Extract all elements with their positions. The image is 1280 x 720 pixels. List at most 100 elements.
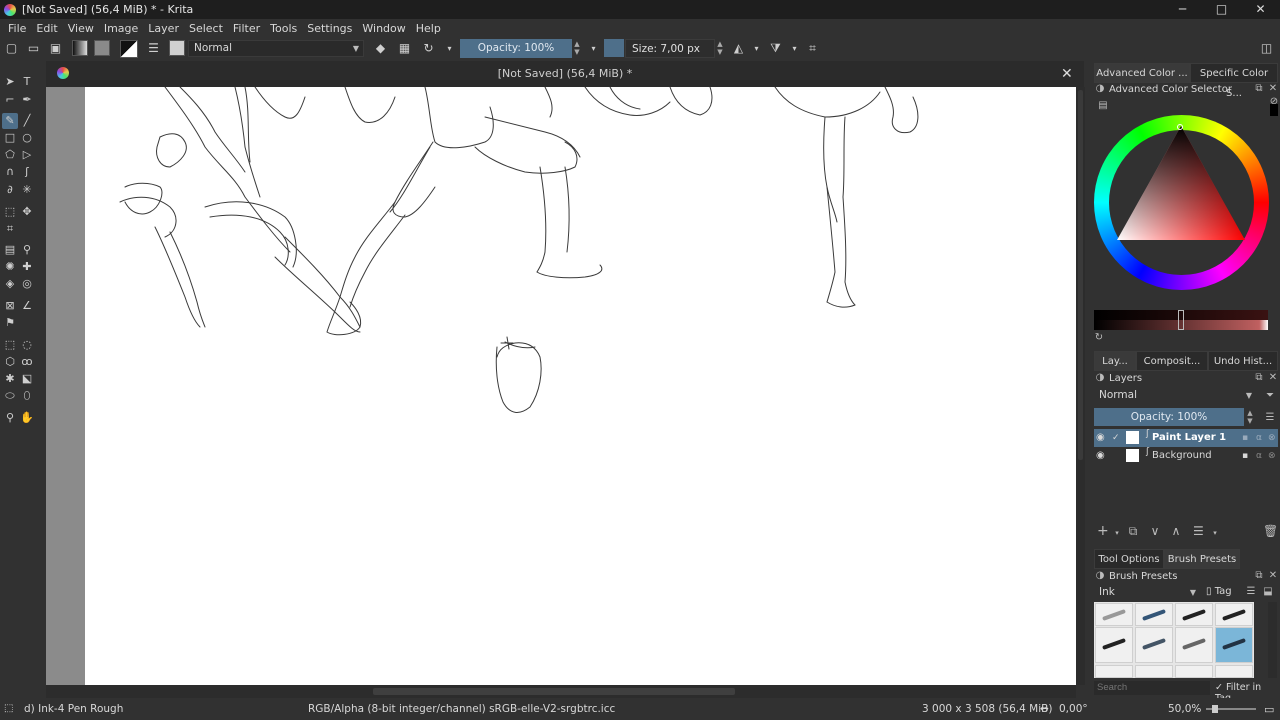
close-panel-icon[interactable]: ✕: [1268, 84, 1278, 94]
layer-row[interactable]: ◉ ✓ ʃ Paint Layer 1 ▪ α ⊗: [1094, 429, 1278, 447]
layer-menu-icon[interactable]: ☰: [1265, 413, 1275, 423]
menu-tools[interactable]: Tools: [265, 22, 302, 35]
panel-lock-icon[interactable]: ◑: [1095, 571, 1105, 581]
eye-icon[interactable]: ◉: [1096, 447, 1105, 465]
size-spin-icon[interactable]: ▲ ▼: [715, 40, 725, 57]
colorize-mask-icon[interactable]: ✺: [2, 259, 18, 275]
similar-select-icon[interactable]: ⬕: [19, 371, 35, 387]
close-window-button[interactable]: ✕: [1241, 0, 1280, 19]
rotation-icon[interactable]: ↔: [1040, 703, 1049, 715]
view-mode-icon[interactable]: ☰: [1246, 587, 1256, 597]
tab-advanced-color[interactable]: Advanced Color ...: [1094, 63, 1190, 83]
add-layer-icon[interactable]: +: [1097, 524, 1109, 538]
chevron-down-icon[interactable]: ▾: [749, 41, 764, 56]
brush-preset-tile[interactable]: [1135, 665, 1173, 678]
float-panel-icon[interactable]: ⧉: [1254, 84, 1264, 94]
alpha-lock-icon[interactable]: α: [1256, 447, 1262, 465]
chevron-down-icon[interactable]: ▾: [1210, 528, 1220, 538]
opacity-spin-icon[interactable]: ▲ ▼: [572, 40, 582, 57]
tab-tool-options[interactable]: Tool Options: [1094, 549, 1164, 569]
wrap-around-icon[interactable]: ⌗: [805, 41, 820, 56]
menu-view[interactable]: View: [63, 22, 99, 35]
reference-images-icon[interactable]: ⚑: [2, 315, 18, 331]
open-document-icon[interactable]: ▭: [26, 41, 41, 56]
brush-preset-tile-selected[interactable]: [1215, 627, 1253, 663]
pattern-selector[interactable]: [94, 40, 110, 56]
workspace-chooser-icon[interactable]: ◫: [1259, 41, 1274, 56]
menu-filter[interactable]: Filter: [228, 22, 265, 35]
menu-settings[interactable]: Settings: [302, 22, 357, 35]
tab-undo-history[interactable]: Undo Hist...: [1208, 351, 1278, 371]
layer-properties-icon[interactable]: ☰: [1193, 525, 1204, 537]
move-layer-up-icon[interactable]: ∧: [1171, 525, 1181, 537]
gradient-tool-icon[interactable]: ▤: [2, 242, 18, 258]
menu-layer[interactable]: Layer: [143, 22, 184, 35]
chevron-down-icon[interactable]: ▾: [1112, 528, 1122, 538]
delete-layer-icon[interactable]: 🗑: [1263, 525, 1278, 537]
filter-icon[interactable]: ⏷: [1265, 391, 1275, 401]
close-document-button[interactable]: ✕: [1061, 66, 1073, 82]
mirror-vertical-icon[interactable]: ⧩: [768, 41, 783, 56]
magnetic-select-icon[interactable]: ⬯: [19, 388, 35, 404]
opacity-slider[interactable]: Opacity: 100%: [460, 39, 572, 58]
status-zoom[interactable]: 50,0%: [1168, 703, 1201, 715]
brush-preset-tile[interactable]: [1215, 665, 1253, 678]
preset-tag-dropdown[interactable]: Ink ▼: [1094, 585, 1200, 602]
brush-preset-tile[interactable]: [1135, 627, 1173, 663]
brush-settings-icon[interactable]: ☰: [146, 41, 161, 56]
move-layer-down-icon[interactable]: ∨: [1150, 525, 1160, 537]
saturation-triangle[interactable]: [1117, 126, 1245, 240]
float-panel-icon[interactable]: ⧉: [1254, 571, 1264, 581]
close-panel-icon[interactable]: ✕: [1268, 571, 1278, 581]
lock-icon[interactable]: ▪: [1242, 429, 1248, 447]
vertical-scroll-thumb[interactable]: [1078, 90, 1083, 460]
crop-tool-icon[interactable]: ⌗: [2, 221, 18, 237]
tab-layers[interactable]: Lay...: [1094, 351, 1136, 371]
alpha-lock-icon[interactable]: α: [1256, 429, 1262, 447]
inherit-alpha-icon[interactable]: ⊗: [1268, 447, 1276, 465]
mirror-horizontal-icon[interactable]: ◭: [731, 41, 746, 56]
fill-tool-icon[interactable]: ◈: [2, 276, 18, 292]
color-settings-icon[interactable]: ▤: [1098, 101, 1108, 111]
horizontal-scroll-thumb[interactable]: [373, 688, 735, 695]
freehand-brush-icon[interactable]: ✎: [2, 113, 18, 129]
menu-select[interactable]: Select: [184, 22, 228, 35]
panel-lock-icon[interactable]: ◑: [1095, 84, 1105, 94]
gradient-selector[interactable]: [72, 40, 88, 56]
chevron-down-icon[interactable]: ▾: [586, 41, 601, 56]
contiguous-select-icon[interactable]: ✱: [2, 371, 18, 387]
layer-row[interactable]: ◉ ʃ Background ▪ α ⊗: [1094, 447, 1278, 465]
text-tool-icon[interactable]: T: [19, 74, 35, 90]
layer-blend-dropdown[interactable]: Normal ▼: [1094, 388, 1256, 405]
document-tab[interactable]: [Not Saved] (56,4 MiB) *: [46, 61, 1084, 87]
rectangle-tool-icon[interactable]: □: [2, 130, 18, 146]
layer-opacity-spin-icon[interactable]: ▲ ▼: [1245, 409, 1255, 426]
lock-icon[interactable]: ▪: [1242, 447, 1248, 465]
menu-image[interactable]: Image: [99, 22, 143, 35]
select-shapes-icon[interactable]: ➤: [2, 74, 18, 90]
menu-window[interactable]: Window: [357, 22, 410, 35]
status-rotation[interactable]: 0,00°: [1059, 703, 1088, 715]
new-document-icon[interactable]: ▢: [4, 41, 19, 56]
edit-shapes-icon[interactable]: ⌐: [2, 92, 18, 108]
measure-tool-icon[interactable]: ∠: [19, 298, 35, 314]
calligraphy-icon[interactable]: ✒: [19, 92, 35, 108]
flow-slider-fill[interactable]: [604, 39, 624, 57]
ellipse-select-icon[interactable]: ◌: [19, 337, 35, 353]
line-tool-icon[interactable]: ╱: [19, 113, 35, 129]
multibrush-icon[interactable]: ✳: [19, 182, 35, 198]
zoom-tool-icon[interactable]: ⚲: [2, 410, 18, 426]
bezier-select-icon[interactable]: ⬭: [2, 388, 18, 404]
panel-lock-icon[interactable]: ◑: [1095, 373, 1105, 383]
tab-brush-presets[interactable]: Brush Presets: [1164, 549, 1240, 569]
color-picker-icon[interactable]: ⚲: [19, 242, 35, 258]
minimize-button[interactable]: ─: [1163, 0, 1202, 19]
tab-specific-color[interactable]: Specific Color S...: [1190, 63, 1278, 99]
save-document-icon[interactable]: ▣: [48, 41, 63, 56]
eraser-icon[interactable]: ◆: [373, 41, 388, 56]
eye-icon[interactable]: ◉: [1096, 429, 1105, 447]
ellipse-tool-icon[interactable]: ○: [19, 130, 35, 146]
menu-file[interactable]: File: [3, 22, 31, 35]
assistant-tool-icon[interactable]: ⊠: [2, 298, 18, 314]
enclose-fill-icon[interactable]: ◎: [19, 276, 35, 292]
